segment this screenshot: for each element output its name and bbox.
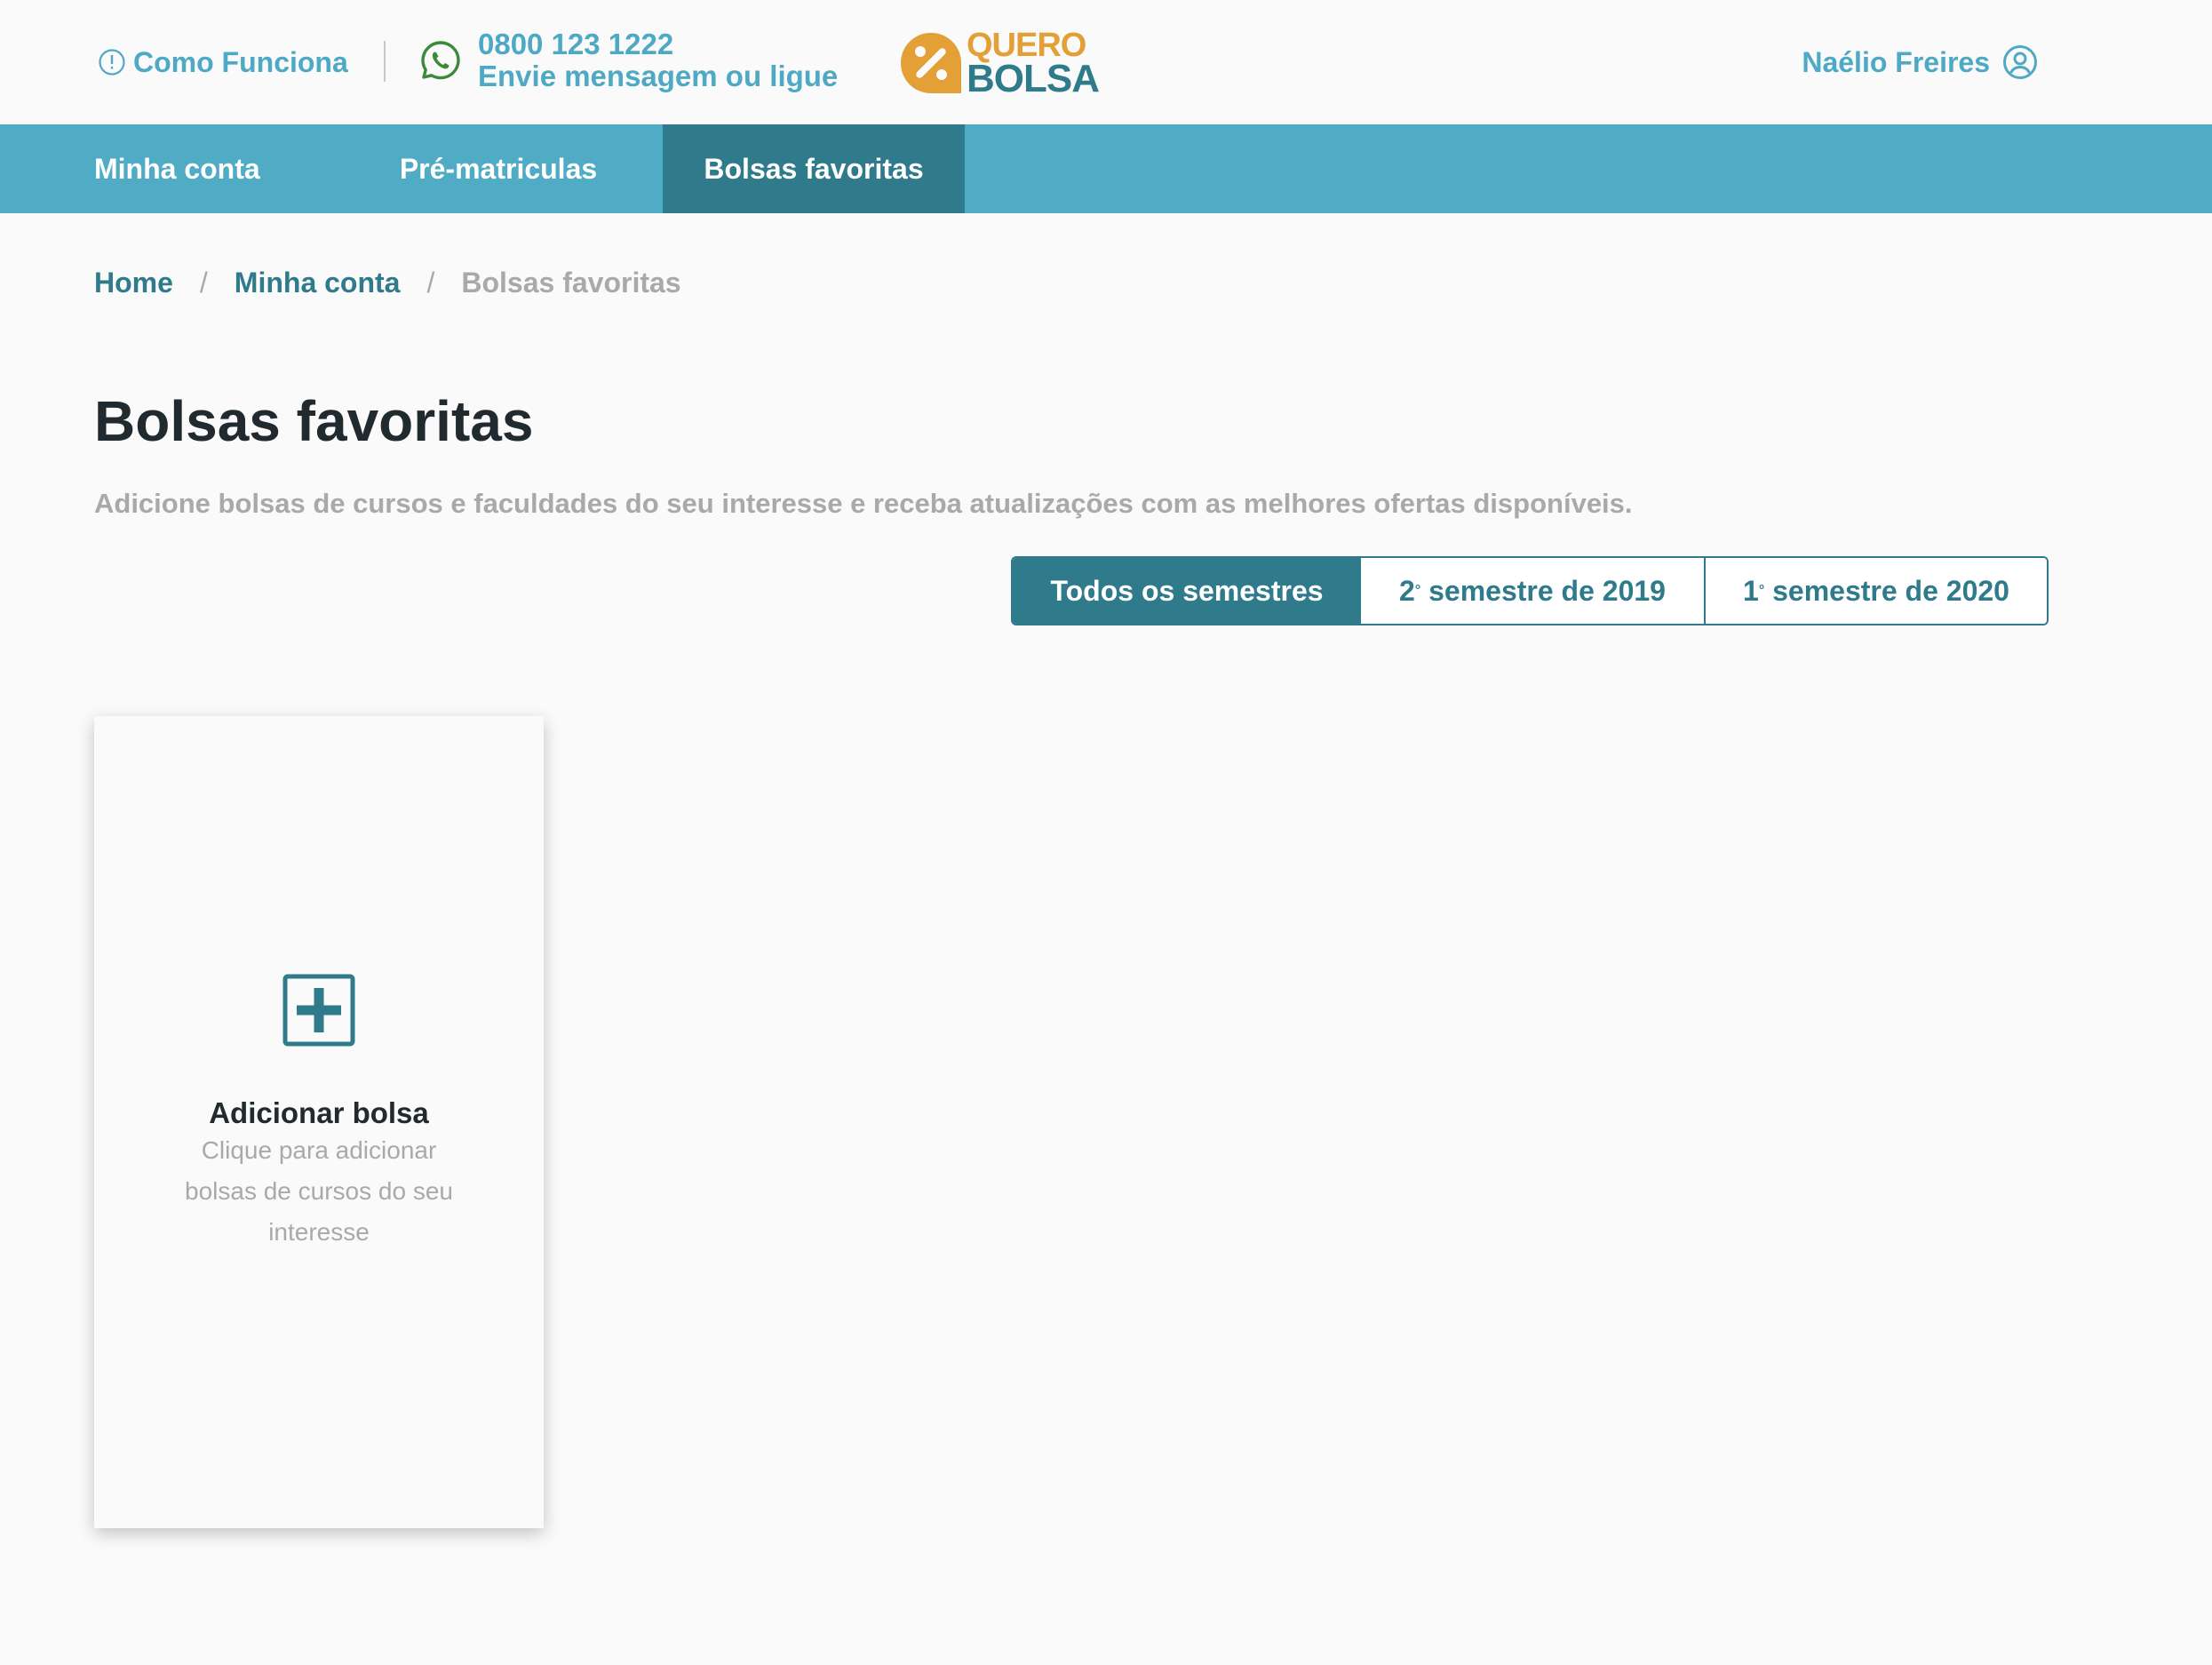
breadcrumb: Home / Minha conta / Bolsas favoritas: [94, 263, 681, 302]
filter-label: semestre de 2019: [1420, 574, 1666, 607]
info-circle-icon: [99, 49, 125, 76]
breadcrumb-minha-conta[interactable]: Minha conta: [235, 267, 401, 299]
header-divider: [384, 41, 386, 82]
page-title: Bolsas favoritas: [94, 389, 534, 453]
tab-pre-matriculas[interactable]: Pré-matriculas: [334, 124, 663, 213]
breadcrumb-current: Bolsas favoritas: [461, 266, 681, 299]
phone-number: 0800 123 1222: [478, 28, 674, 60]
filter-label: semestre de 2020: [1764, 574, 2009, 607]
tab-minha-conta[interactable]: Minha conta: [0, 124, 334, 213]
breadcrumb-separator: /: [199, 266, 208, 299]
filter-number: 2: [1399, 574, 1415, 607]
contact-text: Envie mensagem ou ligue: [478, 60, 839, 92]
add-scholarship-card[interactable]: Adicionar bolsa Clique para adicionar bo…: [94, 716, 544, 1528]
quero-bolsa-logo[interactable]: QUERO BOLSA: [897, 27, 1100, 100]
filter-all-label: Todos os semestres: [1050, 574, 1324, 607]
semester-filter: Todos os semestres 2 ° semestre de 2019 1…: [1011, 556, 2049, 625]
logo-mark-icon: [901, 33, 961, 93]
filter-1st-semester-2020[interactable]: 1 ° semestre de 2020: [1706, 558, 2047, 624]
add-card-title: Adicionar bolsa: [209, 1096, 429, 1129]
contact-link[interactable]: 0800 123 1222 Envie mensagem ou ligue: [419, 28, 838, 92]
user-menu[interactable]: Naélio Freires: [1802, 43, 2038, 82]
filter-all-semesters[interactable]: Todos os semestres: [1013, 558, 1361, 624]
user-name: Naélio Freires: [1802, 45, 1990, 78]
logo-word-bolsa: BOLSA: [967, 57, 1100, 100]
whatsapp-icon: [421, 41, 460, 80]
how-it-works-label: Como Funciona: [133, 45, 348, 78]
page-subtitle: Adicione bolsas de cursos e faculdades d…: [94, 488, 1633, 519]
how-it-works-link[interactable]: Como Funciona: [98, 44, 348, 81]
top-header: Como Funciona 0800 123 1222 Envie mensag…: [0, 0, 2212, 124]
add-card-description: Clique para adicionar bolsas de cursos d…: [185, 1136, 453, 1246]
breadcrumb-home[interactable]: Home: [94, 267, 173, 299]
breadcrumb-separator: /: [426, 266, 435, 299]
user-circle-icon: [2003, 45, 2037, 79]
filter-number: 1: [1743, 574, 1759, 607]
tab-bolsas-favoritas[interactable]: Bolsas favoritas: [663, 124, 965, 213]
filter-2nd-semester-2019[interactable]: 2 ° semestre de 2019: [1361, 558, 1706, 624]
plus-square-icon: [282, 974, 355, 1047]
account-nav: Minha conta Pré-matriculas Bolsas favori…: [0, 124, 2212, 213]
